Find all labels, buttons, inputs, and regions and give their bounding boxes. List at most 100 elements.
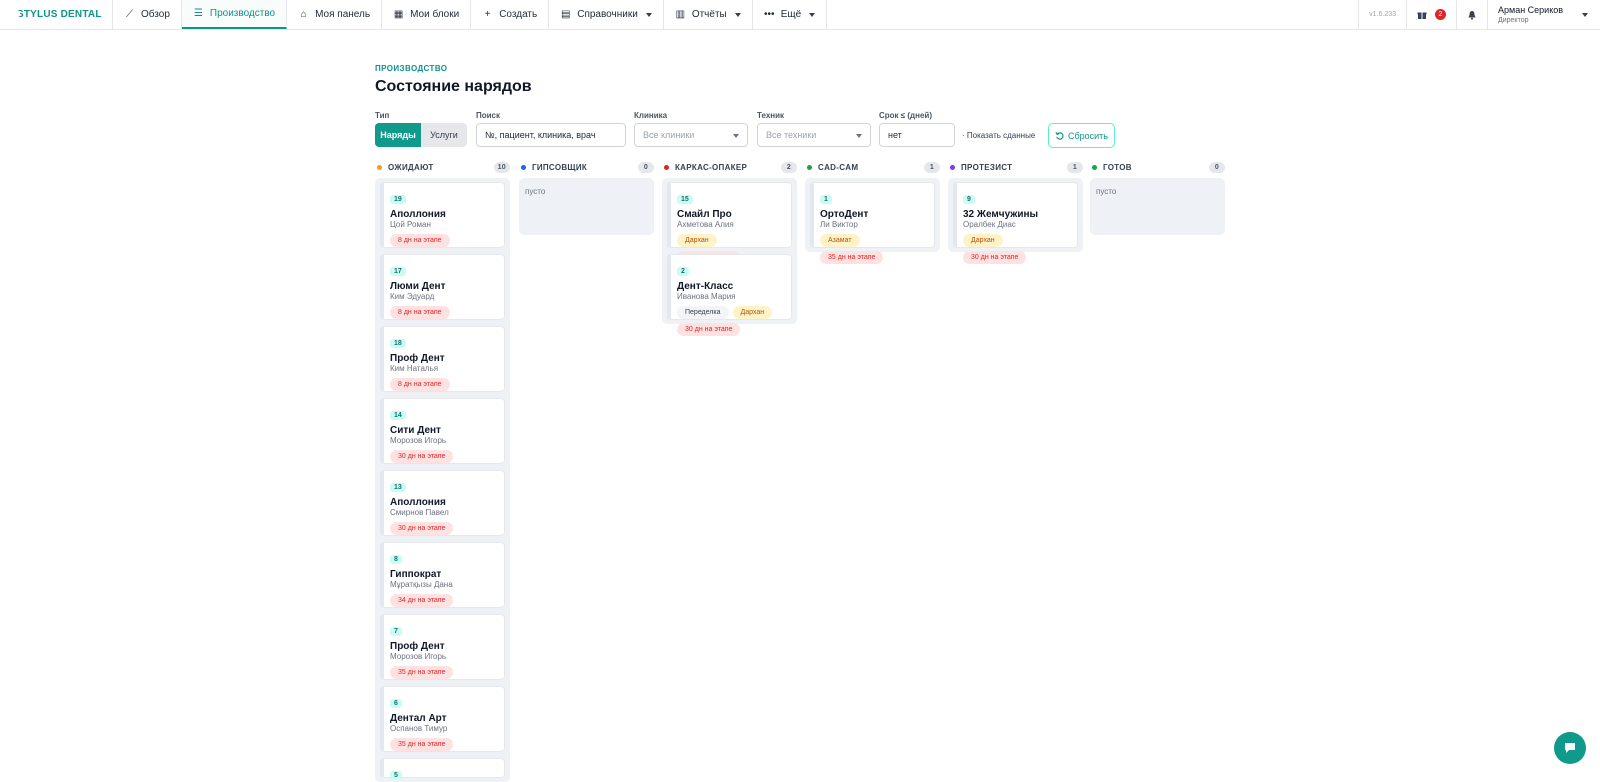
type-option-services[interactable]: Услуги: [421, 123, 467, 147]
user-menu[interactable]: Арман Сериков Директор: [1487, 0, 1600, 29]
order-card[interactable]: 14 Сити Дент Морозов Игорь 30 дн на этапе: [380, 398, 505, 464]
card-tags: Азамат: [820, 234, 928, 247]
grid-icon: ▦: [393, 9, 404, 20]
days-on-stage-tag: 35 дн на этапе: [390, 666, 454, 679]
order-card[interactable]: 15Смайл ПроАхметова АлияДархан23 дн на э…: [667, 182, 792, 264]
patient-name: Ким Наталья: [390, 364, 439, 373]
column-body: 15Смайл ПроАхметова АлияДархан23 дн на э…: [662, 178, 797, 336]
bar-chart-icon: ▥: [675, 9, 686, 20]
days-on-stage-tag: 35 дн на этапе: [390, 738, 454, 751]
nav-item[interactable]: ▦ Мои блоки: [382, 0, 472, 29]
board-column: КАРКАС-ОПАКЕР 2 15 Смайл Про Ахметова Алия Да…: [662, 159, 797, 336]
column-count-badge: 2: [781, 161, 797, 173]
order-card[interactable]: 7 Проф Дент Морозов Игорь 35 дн на этапе: [380, 614, 505, 680]
order-card[interactable]: 18 Проф Дент Ким Наталья 8 дн на этапе: [380, 326, 505, 392]
nav-item-label: Отчёты: [691, 9, 727, 20]
gift-button[interactable]: 2: [1406, 0, 1456, 29]
column-body: пусто: [1090, 178, 1225, 235]
clinic-select[interactable]: Все клиники: [634, 123, 748, 147]
clinic-name: Люми Дент: [390, 281, 446, 292]
days-row: 30 дн на этапе: [677, 323, 785, 336]
type-option-orders[interactable]: Наряды: [375, 123, 421, 147]
order-card[interactable]: 9 32 Жемчужины Оралбек Диас Дархан 30 дн на …: [953, 182, 1078, 264]
nav-item-label: Моя панель: [315, 9, 371, 20]
patient-name: Ахметова Алия: [677, 220, 734, 229]
days-row: 8 дн на этапе: [390, 378, 498, 391]
order-number-badge: 8: [390, 555, 402, 564]
card-tags: Дархан: [677, 234, 785, 247]
days-row: 35 дн на этапе: [820, 251, 928, 264]
brand[interactable]: STYLUS DENTAL: [0, 0, 113, 29]
column-title: ГОТОВ: [1103, 162, 1132, 172]
brand-name: STYLUS DENTAL: [17, 9, 102, 20]
order-card[interactable]: 17 Люми Дент Ким Эдуард 8 дн на этапе: [380, 254, 505, 320]
chat-button[interactable]: [1554, 732, 1586, 764]
reset-button[interactable]: Сбросить: [1048, 123, 1115, 148]
order-number-badge: 17: [390, 267, 406, 276]
patient-name: Морозов Игорь: [390, 436, 447, 445]
patient-name: Ли Виктор: [820, 220, 858, 229]
clinic-name: 32 Жемчужины: [963, 209, 1039, 220]
type-label: Тип: [375, 111, 390, 120]
order-number-badge: 1: [820, 195, 832, 204]
chevron-down-icon: [733, 134, 739, 138]
order-card[interactable]: 5: [380, 758, 505, 780]
days-on-stage-tag: 8 дн на этапе: [390, 234, 450, 247]
empty-column-text: пусто: [525, 187, 546, 196]
search-input[interactable]: №, пациент, клиника, врач: [476, 123, 626, 147]
clinic-name: Проф Дент: [390, 353, 445, 364]
nav-item[interactable]: ▥ Отчёты: [664, 0, 753, 29]
order-card[interactable]: 1 ОртоДент Ли Виктор Азамат 35 дн на этапе: [810, 182, 935, 264]
clinic-name: Дентал Арт: [390, 713, 447, 724]
order-card[interactable]: 13 Аполлония Смирнов Павел 30 дн на этапе: [380, 470, 505, 536]
stage-dot-icon: [950, 164, 955, 170]
nav-item[interactable]: ⟋ Обзор: [113, 0, 182, 29]
order-card[interactable]: 8 Гиппократ Мұратқызы Дана 34 дн на этапе: [380, 542, 505, 608]
nav-item[interactable]: ▤ Справочники: [549, 0, 664, 29]
column-count-badge: 1: [1067, 161, 1083, 173]
nav-item[interactable]: ••• Ещё: [753, 0, 828, 29]
nav-item[interactable]: ⌂ Моя панель: [287, 0, 383, 29]
order-number-badge: 6: [390, 699, 402, 708]
technician-tag: Дархан: [677, 234, 717, 247]
term-input[interactable]: нет: [879, 123, 955, 147]
order-card[interactable]: 2 Дент-Класс Иванова Мария Переделка Дархан 3…: [667, 254, 792, 336]
column-title: ПРОТЕЗИСТ: [961, 162, 1013, 172]
show-delivered-link[interactable]: · Показать сданные: [962, 131, 1035, 140]
more-icon: •••: [763, 9, 775, 20]
home-icon: ⌂: [300, 9, 307, 20]
patient-name: Смирнов Павел: [390, 508, 449, 517]
column-header: ОЖИДАЮТ 10: [375, 159, 510, 175]
patient-name: Мұратқызы Дана: [390, 580, 453, 589]
patient-name: Ким Эдуард: [390, 292, 435, 301]
order-number-badge: 15: [677, 195, 693, 204]
column-count-badge: 0: [1209, 161, 1225, 173]
order-card[interactable]: 6 Дентал Арт Оспанов Тимур 35 дн на этапе: [380, 686, 505, 752]
tech-select-placeholder: Все техники: [766, 130, 817, 140]
days-on-stage-tag: 8 дн на этапе: [390, 306, 450, 319]
clinic-name: Аполлония: [390, 497, 446, 508]
nav-item[interactable]: + Создать: [471, 0, 550, 29]
days-on-stage-tag: 35 дн на этапе: [820, 251, 884, 264]
nav-item-label: Создать: [499, 9, 538, 20]
chart-line-icon: ⟋: [126, 9, 133, 20]
column-header: ГОТОВ 0: [1090, 159, 1225, 175]
order-number-badge: 2: [677, 267, 689, 276]
board-column: CAD-CAM 1 1 ОртоДент Ли Виктор Азамат 35 дн на…: [805, 159, 940, 264]
column-header: ПРОТЕЗИСТ 1: [948, 159, 1083, 175]
order-card[interactable]: 19 Аполлония Цой Роман 8 дн на этапе: [380, 182, 505, 248]
order-number-badge: 7: [390, 627, 402, 636]
tech-select[interactable]: Все техники: [757, 123, 871, 147]
gift-icon: [1417, 12, 1427, 19]
order-number-badge: 14: [390, 411, 406, 420]
notification-count-badge: 2: [1435, 9, 1446, 20]
column-header: ГИПСОВЩИК 0: [519, 159, 654, 175]
nav-item[interactable]: ☰ Производство: [181, 0, 288, 29]
nav-item-label: Мои блоки: [410, 9, 460, 20]
chevron-down-icon: [645, 12, 652, 17]
technician-tag: Дархан: [732, 306, 773, 319]
technician-tag: Дархан: [963, 234, 1003, 247]
main-nav: ⟋ Обзор ☰ Производство ⌂ Моя панель ▦ Мои блоки…: [113, 0, 828, 29]
column-header: CAD-CAM 1: [805, 159, 940, 175]
bell-button[interactable]: [1456, 0, 1487, 29]
